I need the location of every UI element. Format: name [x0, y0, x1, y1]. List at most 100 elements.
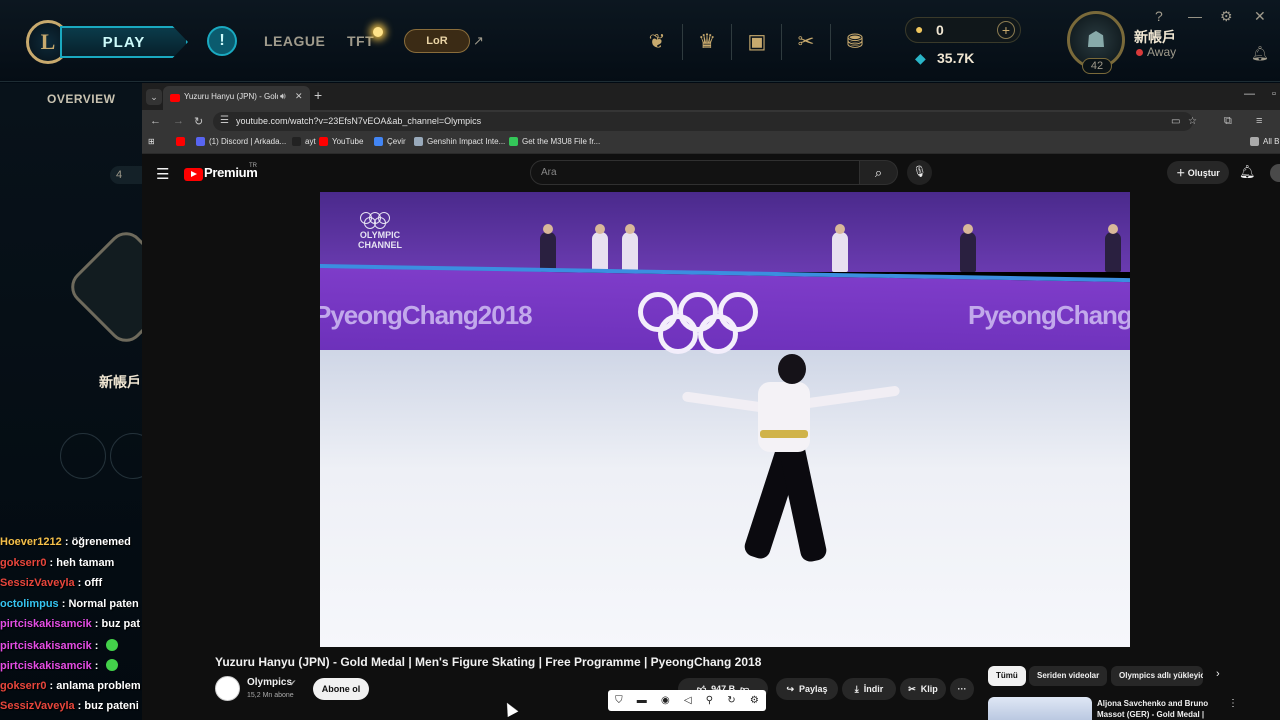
- clip-button[interactable]: ✂ Klip: [900, 678, 946, 700]
- chip-series[interactable]: Seriden videolar: [1029, 666, 1108, 686]
- chat-username[interactable]: SessizVaveyla: [0, 577, 75, 589]
- play-button[interactable]: PLAY: [60, 26, 188, 58]
- tab-search-button[interactable]: ⌄: [146, 89, 162, 105]
- channel-avatar[interactable]: [215, 676, 240, 701]
- collection-icon[interactable]: ▣: [744, 28, 770, 54]
- bookmark-label: ayt: [305, 137, 316, 146]
- apps-icon[interactable]: ⊞: [148, 137, 155, 146]
- channel-name[interactable]: Olympics: [247, 677, 292, 688]
- bookmark-item[interactable]: Get the M3U8 File fr...: [509, 137, 600, 146]
- video-title: Yuzuru Hanyu (JPN) - Gold Medal | Men's …: [215, 655, 762, 669]
- all-bookmarks[interactable]: All B: [1250, 137, 1279, 146]
- champions-icon[interactable]: ❦: [644, 28, 670, 54]
- recommended-title[interactable]: Aljona Savchenko and Bruno Massot (GER) …: [1097, 698, 1222, 720]
- blue-essence-value: 35.7K: [937, 50, 975, 66]
- close-icon[interactable]: ✕: [1254, 8, 1266, 25]
- chat-username[interactable]: pirtciskakisamcik: [0, 660, 92, 672]
- blue-essence-icon: ◆: [915, 50, 926, 66]
- minimize-icon[interactable]: —: [1244, 88, 1255, 100]
- chat-username[interactable]: gokserr0: [0, 557, 46, 569]
- bookmark-item[interactable]: Çevir: [374, 137, 406, 146]
- recommended-thumbnail[interactable]: [988, 697, 1092, 720]
- download-button[interactable]: ⤓ İndir: [842, 678, 896, 700]
- store-icon[interactable]: ⛃: [842, 28, 868, 54]
- notifications-icon[interactable]: 🔔︎: [1239, 164, 1256, 180]
- search-icon[interactable]: ⌕: [860, 160, 898, 185]
- address-bar[interactable]: ☰ youtube.com/watch?v=23EfsN7vEOA&ab_cha…: [213, 112, 1197, 131]
- volume-icon[interactable]: ◁: [684, 695, 692, 706]
- loop-icon[interactable]: ↻: [727, 695, 735, 706]
- help-icon[interactable]: ?: [1155, 8, 1163, 24]
- bookmark-item[interactable]: Genshin Impact Inte...: [414, 137, 505, 146]
- folder-icon: [1250, 137, 1259, 146]
- chat-username[interactable]: pirtciskakisamcik: [0, 618, 92, 630]
- chat-message: pirtciskakisamcik :: [0, 659, 142, 680]
- crafting-icon[interactable]: ✂: [793, 28, 819, 54]
- bookmark-item[interactable]: YouTube: [319, 137, 363, 146]
- chat-username[interactable]: SessizVaveyla: [0, 700, 75, 712]
- bookmark-item[interactable]: (1) Discord | Arkada...: [196, 137, 286, 146]
- chip-all[interactable]: Tümü: [988, 666, 1026, 686]
- bookmark-item[interactable]: ayt: [292, 137, 316, 146]
- back-icon[interactable]: ←: [150, 115, 161, 127]
- profile-name: 新帳戶: [99, 374, 141, 390]
- settings-icon[interactable]: ⚙: [750, 695, 759, 706]
- add-rp-button[interactable]: +: [997, 21, 1015, 39]
- cast-icon[interactable]: ▭: [1171, 116, 1180, 127]
- share-label: Paylaş: [799, 684, 828, 694]
- reading-list-icon[interactable]: ≡: [1256, 115, 1262, 127]
- tab-close-icon[interactable]: ✕: [295, 91, 303, 102]
- external-link-icon[interactable]: ↗: [473, 33, 484, 49]
- nav-league[interactable]: LEAGUE: [264, 33, 325, 49]
- menu-icon[interactable]: ☰: [156, 165, 169, 183]
- chat-message: SessizVaveyla : buz pateni: [0, 700, 142, 720]
- tab-youtube[interactable]: Yuzuru Hanyu (JPN) - Gold 🔊︎ ✕: [163, 86, 310, 110]
- rewards-icon[interactable]: ♛: [694, 28, 720, 54]
- camera-icon[interactable]: ◉: [661, 695, 670, 706]
- chat-username[interactable]: gokserr0: [0, 680, 46, 692]
- reload-icon[interactable]: ↻: [194, 115, 203, 128]
- new-tab-button[interactable]: +: [314, 87, 322, 103]
- bookmark-favicon-icon: [176, 137, 185, 146]
- browser-window: ⌄ Yuzuru Hanyu (JPN) - Gold 🔊︎ ✕ + — ▫ ←…: [142, 83, 1280, 720]
- speaker-icon[interactable]: 🔊︎: [280, 91, 286, 102]
- more-actions-button[interactable]: ···: [950, 678, 974, 700]
- shield-icon[interactable]: ⛉: [615, 695, 623, 706]
- chat-username[interactable]: octolimpus: [0, 598, 59, 610]
- browser-toolbar: ← → ↻ ☰ youtube.com/watch?v=23EfsN7vEOA&…: [142, 110, 1280, 133]
- alert-icon[interactable]: !: [207, 26, 237, 56]
- forward-icon[interactable]: →: [173, 115, 184, 127]
- url-text: youtube.com/watch?v=23EfsN7vEOA&ab_chann…: [236, 116, 482, 126]
- chat-username[interactable]: Hoever1212: [0, 536, 62, 548]
- chevron-right-icon[interactable]: ›: [1216, 668, 1220, 680]
- settings-icon[interactable]: ⚙: [1220, 8, 1233, 25]
- subscribe-button[interactable]: Abone ol: [313, 678, 369, 700]
- all-bookmarks-label: All B: [1263, 137, 1280, 146]
- skater-head: [778, 354, 806, 384]
- overview-tab[interactable]: OVERVIEW: [47, 92, 115, 106]
- create-button[interactable]: ＋ Oluştur: [1167, 161, 1229, 184]
- bookmark-item[interactable]: [176, 137, 189, 146]
- notifications-icon[interactable]: 🔔︎: [1251, 45, 1269, 62]
- account-avatar[interactable]: [1270, 164, 1280, 182]
- pin-icon[interactable]: ⚲: [706, 695, 713, 706]
- chat-message: pirtciskakisamcik : buz pat: [0, 618, 142, 639]
- extensions-icon[interactable]: ⧉: [1224, 115, 1232, 128]
- nav-tft[interactable]: TFT: [347, 33, 374, 49]
- spectator-head: [835, 224, 845, 234]
- video-player[interactable]: OLYMPIC CHANNEL PyeongChang2018 PyeongCh…: [320, 192, 1130, 647]
- maximize-icon[interactable]: ▫: [1272, 88, 1276, 100]
- search-input[interactable]: Ara: [530, 160, 860, 185]
- chip-uploader[interactable]: Olympics adlı yükleyici: [1111, 666, 1203, 686]
- bookmark-star-icon[interactable]: ☆: [1188, 116, 1197, 127]
- minimize-icon[interactable]: —: [1188, 8, 1202, 24]
- ring-slot[interactable]: [60, 433, 106, 479]
- chat-username[interactable]: pirtciskakisamcik: [0, 640, 92, 652]
- site-info-icon[interactable]: ☰: [220, 115, 229, 126]
- clapperboard-icon[interactable]: ▬: [637, 695, 647, 706]
- nav-lor[interactable]: LoR: [404, 29, 470, 53]
- status-text[interactable]: Away: [1147, 45, 1176, 59]
- mic-icon[interactable]: 🎙︎: [907, 160, 932, 185]
- more-vert-icon[interactable]: ⋮: [1228, 698, 1238, 709]
- share-button[interactable]: ↪ Paylaş: [776, 678, 838, 700]
